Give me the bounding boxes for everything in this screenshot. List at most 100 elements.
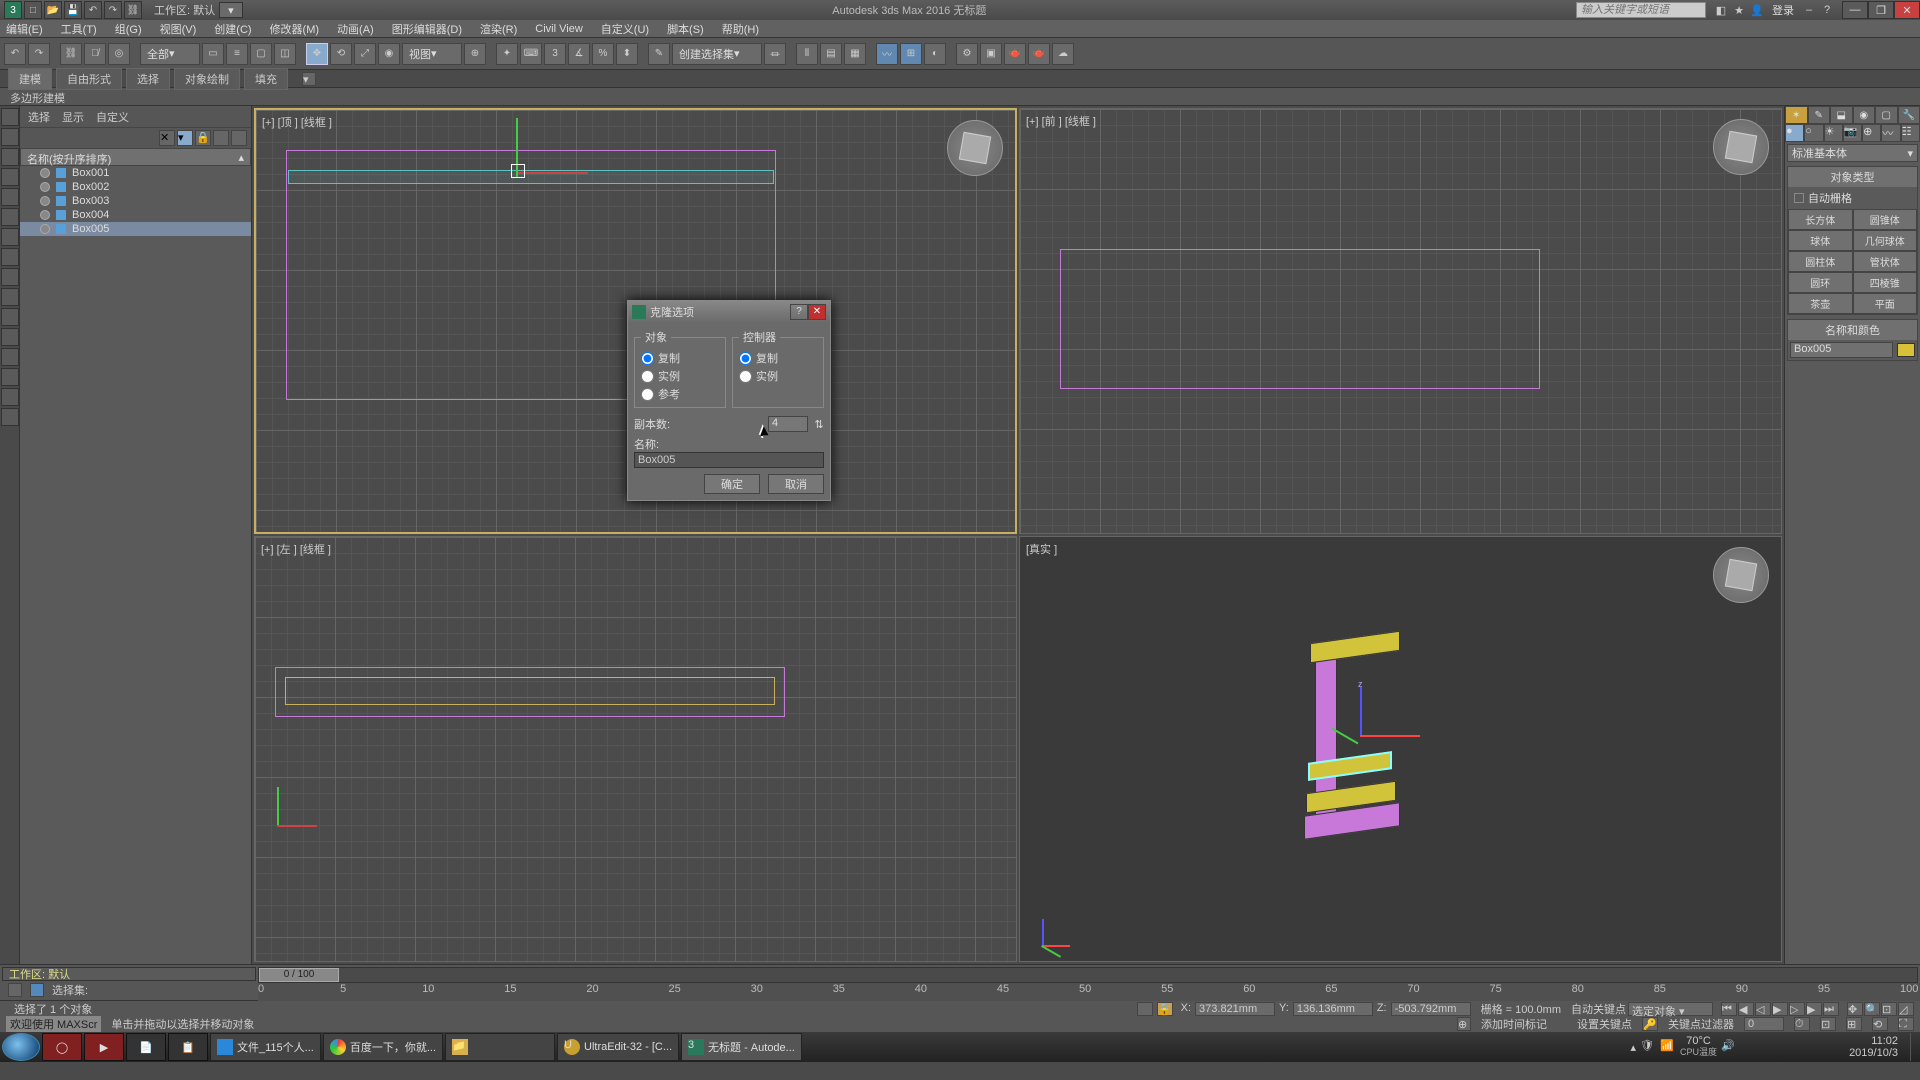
menu-customize[interactable]: 自定义(U) bbox=[601, 21, 649, 37]
tray-a-icon[interactable] bbox=[1741, 1039, 1757, 1055]
lt-8-icon[interactable] bbox=[1, 248, 19, 266]
time-ruler[interactable]: 0510152025303540455055606570758085909510… bbox=[258, 983, 1920, 1001]
setkey-button[interactable]: 🔑 bbox=[1642, 1017, 1658, 1031]
exp-b-icon[interactable] bbox=[231, 130, 247, 146]
keymode-dropdown[interactable]: 选定对象 ▾ bbox=[1628, 1002, 1713, 1016]
keyfilter-label[interactable]: 关键点过滤器 bbox=[1668, 1016, 1734, 1032]
cmd-sub-cameras-icon[interactable]: 📷 bbox=[1843, 124, 1862, 142]
named-sel-edit-icon[interactable]: ✎ bbox=[648, 43, 670, 65]
cmd-category-dropdown[interactable]: 标准基本体▾ bbox=[1787, 144, 1918, 162]
exp-a-icon[interactable] bbox=[213, 130, 229, 146]
help-icon[interactable]: ? bbox=[1819, 2, 1835, 18]
vp-front-label[interactable]: [+] [前 ] [线框 ] bbox=[1026, 113, 1096, 129]
percent-snap-icon[interactable]: % bbox=[592, 43, 614, 65]
btn-tube[interactable]: 管状体 bbox=[1853, 251, 1918, 272]
cmd-sub-space-icon[interactable]: 〰 bbox=[1881, 124, 1900, 142]
visibility-toggle-icon[interactable] bbox=[40, 182, 50, 192]
vp-top-label[interactable]: [+] [顶 ] [线框 ] bbox=[262, 114, 332, 130]
schematic-icon[interactable]: ⊞ bbox=[900, 43, 922, 65]
viewcube-persp[interactable] bbox=[1713, 547, 1769, 603]
lt-5-icon[interactable] bbox=[1, 188, 19, 206]
visibility-toggle-icon[interactable] bbox=[40, 168, 50, 178]
dialog-titlebar[interactable]: 克隆选项 ? ✕ bbox=[628, 301, 830, 323]
rotate-button[interactable]: ⟲ bbox=[330, 43, 352, 65]
spinner-snap-icon[interactable]: ⬍ bbox=[616, 43, 638, 65]
scene-item-Box005[interactable]: Box005 bbox=[20, 222, 251, 236]
search-input[interactable] bbox=[1576, 2, 1706, 18]
exp-filter-icon[interactable]: ▾ bbox=[177, 130, 193, 146]
tray-b-icon[interactable] bbox=[1761, 1039, 1777, 1055]
btn-cone[interactable]: 圆锥体 bbox=[1853, 209, 1918, 230]
save-icon[interactable]: 💾 bbox=[64, 1, 82, 19]
named-selection-dropdown[interactable]: 创建选择集 ▾ bbox=[672, 43, 762, 65]
cmd-sub-geom-icon[interactable]: ● bbox=[1785, 124, 1804, 142]
undo-button[interactable]: ↶ bbox=[4, 43, 26, 65]
project-icon[interactable]: ⛓ bbox=[124, 1, 142, 19]
pan-icon[interactable]: ✥ bbox=[1847, 1002, 1863, 1016]
lock-selection-icon[interactable]: 🔒 bbox=[1157, 1002, 1173, 1016]
login-label[interactable]: 登录 bbox=[1772, 2, 1794, 18]
lt-12-icon[interactable] bbox=[1, 328, 19, 346]
lt-11-icon[interactable] bbox=[1, 308, 19, 326]
lt-14-icon[interactable] bbox=[1, 368, 19, 386]
lt-2-icon[interactable] bbox=[1, 128, 19, 146]
render-prod-icon[interactable]: 🫖 bbox=[1004, 43, 1026, 65]
lt-9-icon[interactable] bbox=[1, 268, 19, 286]
layers-icon[interactable]: ▤ bbox=[820, 43, 842, 65]
viewcube-top[interactable] bbox=[947, 120, 1003, 176]
vp-persp-label[interactable]: [真实 ] bbox=[1026, 541, 1057, 557]
unlink-icon[interactable]: ⛓̸ bbox=[84, 43, 106, 65]
task-4[interactable]: UUltraEdit-32 - [C... bbox=[557, 1033, 679, 1061]
pivot-icon[interactable]: ⊕ bbox=[464, 43, 486, 65]
time-slider-thumb[interactable]: 0 / 100 bbox=[259, 968, 339, 982]
addtime-label[interactable]: 添加时间标记 bbox=[1481, 1016, 1547, 1032]
scene-item-Box003[interactable]: Box003 bbox=[20, 194, 251, 208]
menu-script[interactable]: 脚本(S) bbox=[667, 21, 704, 37]
select-window-icon[interactable]: ◫ bbox=[274, 43, 296, 65]
placement-icon[interactable]: ◉ bbox=[378, 43, 400, 65]
undo-icon[interactable]: ↶ bbox=[84, 1, 102, 19]
menu-create[interactable]: 创建(C) bbox=[214, 21, 251, 37]
select-name-icon[interactable]: ≡ bbox=[226, 43, 248, 65]
radio-ctrl-instance[interactable]: 实例 bbox=[739, 367, 817, 385]
task-1[interactable]: 文件_115个人... bbox=[210, 1033, 321, 1061]
ok-button[interactable]: 确定 bbox=[704, 474, 760, 494]
new-icon[interactable]: □ bbox=[24, 1, 42, 19]
keyboard-icon[interactable]: ⌨ bbox=[520, 43, 542, 65]
btn-torus[interactable]: 圆环 bbox=[1788, 272, 1853, 293]
radio-obj-reference[interactable]: 参考 bbox=[641, 385, 719, 403]
vp-left-label[interactable]: [+] [左 ] [线框 ] bbox=[261, 541, 331, 557]
selection-filter-dropdown[interactable]: 全部 ▾ bbox=[140, 43, 200, 65]
next-key-icon[interactable]: ▷ bbox=[1789, 1002, 1805, 1016]
dialog-close-button[interactable]: ✕ bbox=[808, 304, 826, 320]
lt-15-icon[interactable] bbox=[1, 388, 19, 406]
nav-zoom-ext-all-icon[interactable]: ⊞ bbox=[1846, 1017, 1862, 1031]
lt-7-icon[interactable] bbox=[1, 228, 19, 246]
radio-ctrl-copy[interactable]: 复制 bbox=[739, 349, 817, 367]
select-rect-icon[interactable]: ▢ bbox=[250, 43, 272, 65]
prev-key-icon[interactable]: ◁ bbox=[1755, 1002, 1771, 1016]
exp-tab-custom[interactable]: 自定义 bbox=[96, 109, 129, 125]
current-frame-input[interactable]: 0 bbox=[1744, 1017, 1784, 1031]
radio-obj-instance[interactable]: 实例 bbox=[641, 367, 719, 385]
dialog-help-button[interactable]: ? bbox=[790, 304, 808, 320]
play-icon[interactable]: ▶ bbox=[1772, 1002, 1788, 1016]
tray-vol-icon[interactable]: 🔊 bbox=[1721, 1039, 1737, 1055]
color-swatch[interactable] bbox=[1897, 343, 1915, 357]
render-frame-icon[interactable]: ▣ bbox=[980, 43, 1002, 65]
cmd-tab-hierarchy-icon[interactable]: ⬓ bbox=[1830, 106, 1853, 124]
menu-grapheditors[interactable]: 图形编辑器(D) bbox=[392, 21, 462, 37]
coord-z-value[interactable]: -503.792mm bbox=[1391, 1002, 1471, 1016]
menu-animation[interactable]: 动画(A) bbox=[337, 21, 374, 37]
spinner-arrows-icon[interactable]: ⇅ bbox=[814, 418, 824, 431]
bind-icon[interactable]: ◎ bbox=[108, 43, 130, 65]
fov-icon[interactable]: ◿ bbox=[1898, 1002, 1914, 1016]
tab-objectpaint[interactable]: 对象绘制 bbox=[174, 68, 240, 90]
pin-1-icon[interactable]: ◯ bbox=[42, 1033, 82, 1061]
lt-4-icon[interactable] bbox=[1, 168, 19, 186]
btn-plane[interactable]: 平面 bbox=[1853, 293, 1918, 314]
prev-frame-icon[interactable]: ◀ bbox=[1738, 1002, 1754, 1016]
user-icon[interactable]: 👤 bbox=[1749, 2, 1765, 18]
tray-d-icon[interactable] bbox=[1801, 1039, 1817, 1055]
tab-freeform[interactable]: 自由形式 bbox=[56, 68, 122, 90]
